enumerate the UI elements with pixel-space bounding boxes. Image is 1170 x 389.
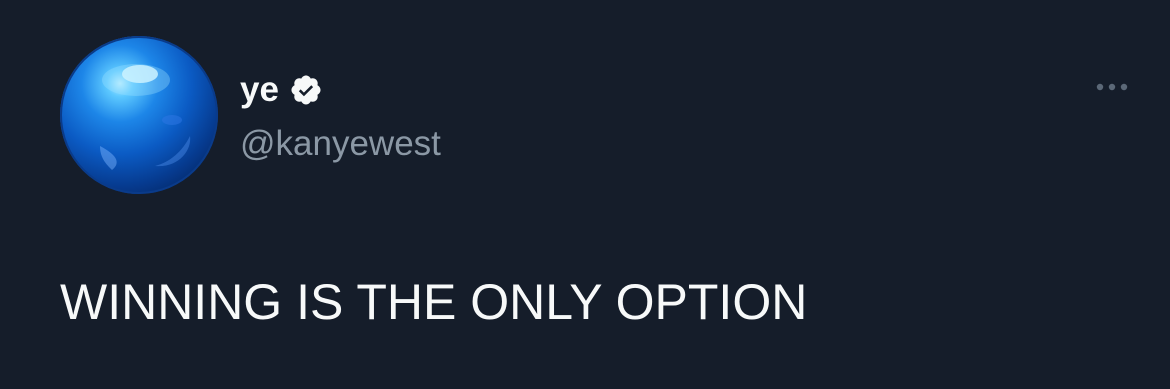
user-name-row: ye [240, 70, 323, 110]
display-name[interactable]: ye [240, 70, 279, 110]
more-options-icon [1096, 83, 1128, 91]
avatar-image [100, 64, 191, 170]
verified-badge-icon [289, 73, 323, 107]
tweet-text: WINNING IS THE ONLY OPTION [60, 274, 808, 330]
avatar[interactable] [60, 36, 218, 194]
user-handle[interactable]: @kanyewest [240, 122, 441, 166]
tweet-card[interactable]: ye @kanyewest WINNING IS THE ONLY OPTION [0, 0, 1170, 389]
more-options-button[interactable] [1084, 72, 1140, 102]
